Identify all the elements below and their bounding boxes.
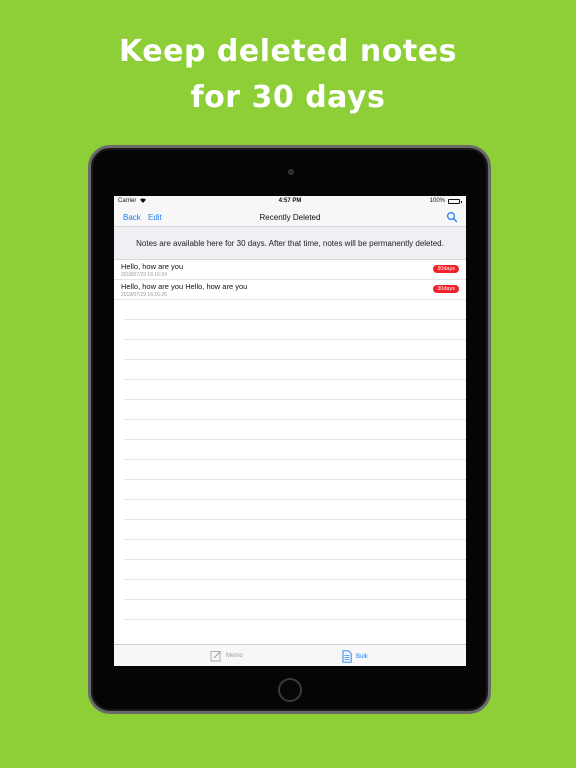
empty-row xyxy=(124,360,466,380)
empty-row xyxy=(124,600,466,620)
deleted-notes-list: Hello, how are you 2018/07/29 16:16:24 3… xyxy=(114,260,466,620)
note-title: Hello, how are you Hello, how are you xyxy=(121,282,248,291)
navigation-bar: Back Edit Recently Deleted xyxy=(114,207,466,227)
empty-row xyxy=(124,580,466,600)
empty-row xyxy=(124,520,466,540)
empty-row xyxy=(124,560,466,580)
list-item[interactable]: Hello, how are you Hello, how are you 20… xyxy=(114,280,466,300)
days-remaining-badge: 30days xyxy=(433,265,459,273)
app-screen: Carrier 4:57 PM 100% Back Edit Recently … xyxy=(114,196,466,666)
tab-memo-label: Memo xyxy=(226,653,243,659)
empty-row xyxy=(124,380,466,400)
status-time: 4:57 PM xyxy=(278,198,302,204)
battery-icon xyxy=(448,199,462,204)
tablet-device: Carrier 4:57 PM 100% Back Edit Recently … xyxy=(88,145,491,714)
memo-edit-icon xyxy=(210,651,221,662)
status-bar: Carrier 4:57 PM 100% xyxy=(114,196,466,207)
front-camera xyxy=(288,169,294,175)
empty-row xyxy=(124,320,466,340)
empty-row xyxy=(124,500,466,520)
note-date: 2018/07/29 16:16:26 xyxy=(121,292,167,298)
tab-bulk-label: Bulk xyxy=(356,653,368,660)
search-icon[interactable] xyxy=(446,211,458,223)
home-button[interactable] xyxy=(278,678,302,702)
tab-bar: Memo Bulk xyxy=(114,644,466,666)
note-date: 2018/07/29 16:16:24 xyxy=(121,272,167,278)
note-title: Hello, how are you xyxy=(121,262,184,271)
empty-row xyxy=(124,480,466,500)
days-remaining-badge: 30days xyxy=(433,285,459,293)
tab-memo[interactable]: Memo xyxy=(210,650,243,662)
retention-notice: Notes are available here for 30 days. Af… xyxy=(114,227,466,260)
promo-headline-line2: for 30 days xyxy=(190,80,386,115)
battery-percent: 100% xyxy=(429,198,445,204)
promo-headline-line1: Keep deleted notes xyxy=(119,34,457,69)
page-title: Recently Deleted xyxy=(259,213,321,222)
document-icon xyxy=(342,650,352,663)
empty-row xyxy=(124,400,466,420)
tab-bulk[interactable]: Bulk xyxy=(342,650,368,663)
empty-row xyxy=(124,540,466,560)
empty-row xyxy=(124,440,466,460)
list-item[interactable]: Hello, how are you 2018/07/29 16:16:24 3… xyxy=(114,260,466,280)
empty-row xyxy=(124,420,466,440)
empty-row xyxy=(124,460,466,480)
empty-row xyxy=(124,300,466,320)
empty-row xyxy=(124,340,466,360)
